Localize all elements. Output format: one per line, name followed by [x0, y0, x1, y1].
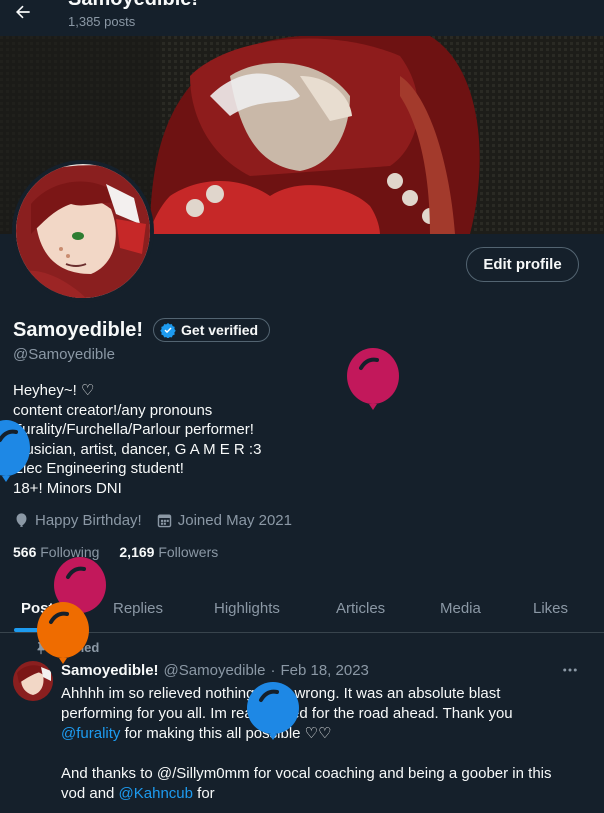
followers-count: 2,169	[119, 544, 155, 560]
get-verified-label: Get verified	[181, 322, 259, 338]
display-name: Samoyedible!	[13, 318, 144, 341]
balloon-icon	[16, 513, 27, 527]
bio-line: 18+! Minors DNI	[13, 479, 122, 497]
post-author-name[interactable]: Samoyedible!	[61, 662, 159, 679]
balloon-decoration	[347, 348, 399, 410]
followers-label: Followers	[158, 544, 219, 560]
post-line: Ahhhh im so relieved nothing went wrong.…	[61, 685, 501, 702]
mention-link[interactable]: @Kahncub	[119, 785, 193, 802]
birthday-item: Happy Birthday!	[13, 512, 142, 529]
post-author-handle[interactable]: @Samoyedible	[164, 662, 266, 679]
joined-item: Joined May 2021	[156, 512, 292, 529]
mention-link[interactable]: @furality	[61, 725, 120, 742]
profile-avatar[interactable]	[12, 160, 154, 302]
followers-link[interactable]: 2,169 Followers	[119, 544, 218, 560]
post-text-span: for making this all possible ♡♡	[120, 725, 332, 742]
post-separator: ·	[270, 662, 276, 679]
pinned-label-row: Pinned	[34, 640, 99, 655]
post-text-span: vod and	[61, 785, 119, 802]
post-count: 1,385 posts	[68, 14, 136, 29]
bio-line: content creator!/any pronouns	[13, 401, 213, 419]
pin-icon	[37, 641, 45, 654]
post-more-button[interactable]	[560, 660, 580, 680]
post-avatar-image	[13, 661, 53, 701]
post-text-span: for	[193, 785, 215, 802]
bio-line: Elec Engineering student!	[13, 460, 184, 477]
post-header: Samoyedible! @Samoyedible · Feb 18, 2023	[61, 662, 369, 679]
tab-media[interactable]: Media	[440, 584, 481, 632]
bio-line: Furality/Furchella/Parlour performer!	[13, 421, 254, 438]
post-line: And thanks to @/Sillym0mm for vocal coac…	[61, 765, 552, 782]
post-line: vod and @Kahncub for	[61, 784, 591, 804]
tab-replies[interactable]: Replies	[113, 584, 163, 632]
profile-handle: @Samoyedible	[13, 346, 115, 363]
back-button[interactable]	[8, 0, 38, 24]
more-dots-icon	[563, 668, 577, 672]
following-count: 566	[13, 544, 37, 560]
profile-bio: Heyhey~! ♡ content creator!/any pronouns…	[13, 381, 261, 498]
back-arrow-icon	[16, 5, 30, 19]
verified-badge-icon	[160, 323, 176, 338]
post-date[interactable]: Feb 18, 2023	[280, 662, 368, 679]
following-label: Following	[40, 544, 100, 560]
profile-tabs: Posts Replies Highlights Articles Media …	[0, 584, 604, 633]
bio-line: Heyhey~! ♡	[13, 382, 95, 399]
post-line: @furality for making this all possible ♡…	[61, 724, 591, 744]
calendar-icon	[157, 514, 171, 528]
get-verified-button[interactable]: Get verified	[153, 318, 271, 342]
tab-highlights[interactable]: Highlights	[214, 584, 280, 632]
tab-likes[interactable]: Likes	[533, 584, 568, 632]
post-line: performing for you all. Im real excited …	[61, 705, 513, 722]
joined-text: Joined May 2021	[177, 512, 292, 529]
pinned-text: Pinned	[56, 640, 100, 655]
profile-meta: Happy Birthday! Joined May 2021	[13, 512, 306, 529]
post-text: Ahhhh im so relieved nothing went wrong.…	[61, 684, 591, 804]
post-author-avatar[interactable]	[13, 661, 53, 701]
active-tab-indicator	[14, 628, 70, 632]
follow-stats: 566 Following 2,169 Followers	[13, 544, 218, 560]
header-title: Samoyedible!	[68, 0, 198, 11]
birthday-text: Happy Birthday!	[35, 512, 142, 529]
tab-articles[interactable]: Articles	[336, 584, 385, 632]
tab-posts[interactable]: Posts	[21, 584, 62, 632]
avatar-image	[16, 164, 150, 298]
name-row: Samoyedible! Get verified	[13, 318, 271, 342]
edit-profile-button[interactable]: Edit profile	[466, 247, 579, 282]
following-link[interactable]: 566 Following	[13, 544, 99, 560]
bio-line: Musician, artist, dancer, G A M E R :3	[13, 440, 262, 458]
top-bar: Samoyedible! 1,385 posts	[0, 0, 604, 36]
